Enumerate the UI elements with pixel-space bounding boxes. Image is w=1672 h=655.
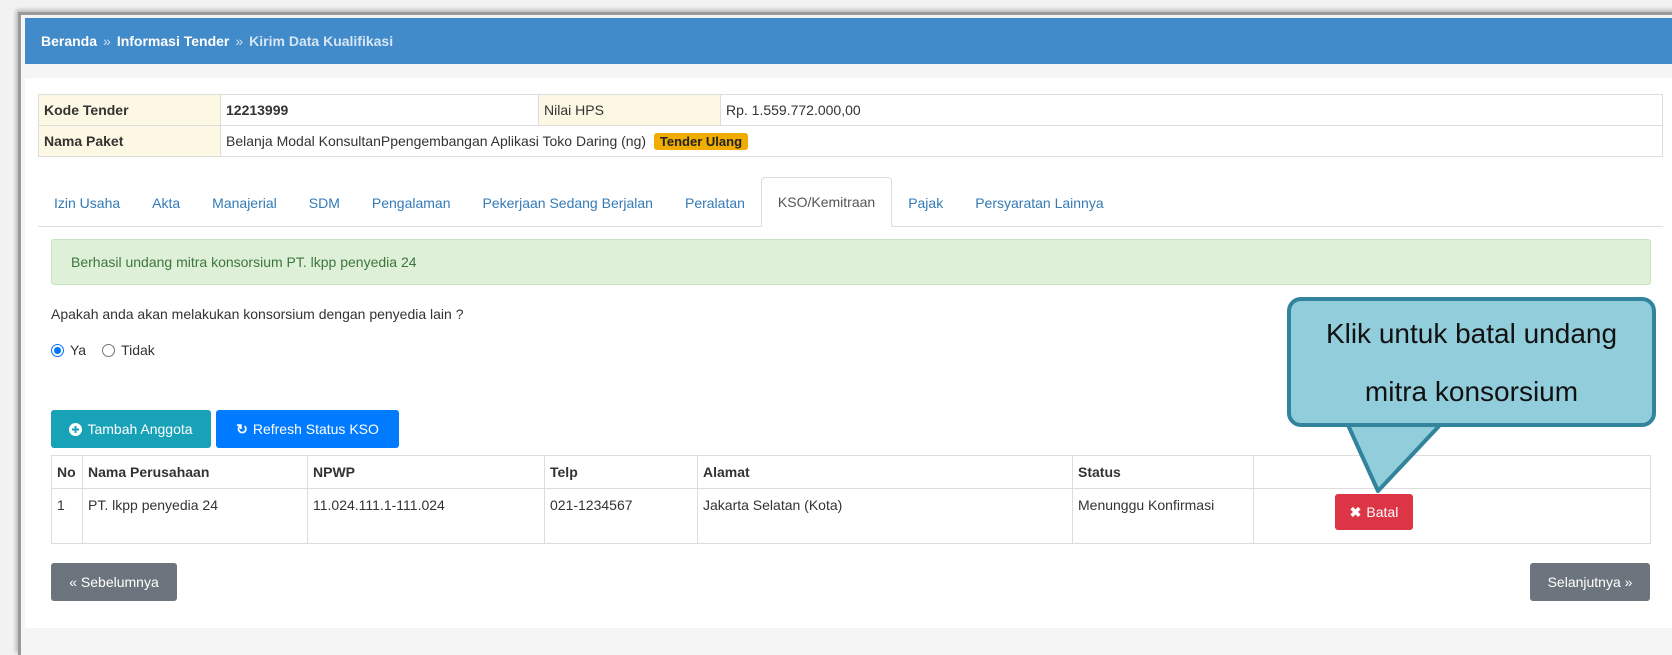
cell-action (1253, 488, 1651, 544)
callout-pointer (1346, 423, 1442, 493)
radio-ya-label[interactable]: Ya (70, 342, 86, 358)
tender-ulang-badge: Tender Ulang (653, 132, 749, 150)
col-action (1253, 455, 1651, 489)
sebelumnya-button[interactable]: « Sebelumnya (51, 563, 177, 601)
col-no: No (51, 455, 83, 489)
refresh-status-kso-button[interactable]: ↻ Refresh Status KSO (216, 410, 399, 448)
tambah-anggota-label: Tambah Anggota (87, 421, 193, 437)
kode-tender-label: Kode Tender (38, 94, 221, 126)
radio-tidak-label[interactable]: Tidak (121, 342, 155, 358)
breadcrumb-home[interactable]: Beranda (41, 33, 97, 49)
success-alert: Berhasil undang mitra konsorsium PT. lkp… (51, 239, 1651, 285)
kode-tender-value: 12213999 (220, 94, 539, 126)
breadcrumb-info[interactable]: Informasi Tender (117, 33, 230, 49)
tender-info-table: Kode Tender 12213999 Nilai HPS Rp. 1.559… (38, 94, 1663, 157)
nilai-hps-label: Nilai HPS (538, 94, 721, 126)
col-status: Status (1072, 455, 1254, 489)
radio-ya[interactable] (51, 343, 64, 357)
tab-pajak[interactable]: Pajak (892, 180, 959, 226)
plus-circle-icon (69, 422, 83, 436)
nama-paket-cell: Belanja Modal KonsultanPpengembangan Apl… (220, 125, 1663, 157)
tab-manajerial[interactable]: Manajerial (196, 180, 293, 226)
cell-nama-perusahaan: PT. lkpp penyedia 24 (82, 488, 308, 544)
cell-npwp: 11.024.111.1-111.024 (307, 488, 545, 544)
close-icon: ✖ (1349, 503, 1362, 520)
tab-peralatan[interactable]: Peralatan (669, 180, 761, 226)
cell-telp: 021-1234567 (544, 488, 698, 544)
tab-pengalaman[interactable]: Pengalaman (356, 180, 467, 226)
batal-button[interactable]: ✖ Batal (1335, 494, 1413, 530)
col-nama-perusahaan: Nama Perusahaan (82, 455, 308, 489)
breadcrumb: Beranda » Informasi Tender » Kirim Data … (25, 18, 1672, 64)
tab-izin-usaha[interactable]: Izin Usaha (38, 180, 136, 226)
radio-tidak[interactable] (102, 343, 116, 357)
breadcrumb-current: Kirim Data Kualifikasi (249, 33, 394, 49)
instruction-callout: Klik untuk batal undang mitra konsorsium (1287, 297, 1656, 427)
tab-pekerjaan-sedang-berjalan[interactable]: Pekerjaan Sedang Berjalan (467, 180, 669, 226)
nama-paket-label: Nama Paket (38, 125, 221, 157)
col-telp: Telp (544, 455, 698, 489)
refresh-status-kso-label: Refresh Status KSO (252, 421, 379, 437)
konsorsium-radio-group: Ya Tidak (51, 342, 155, 358)
tab-persyaratan-lainnya[interactable]: Persyaratan Lainnya (959, 180, 1119, 226)
batal-label: Batal (1366, 504, 1399, 520)
refresh-icon: ↻ (236, 420, 248, 437)
selanjutnya-button[interactable]: Selanjutnya » (1530, 563, 1650, 601)
col-npwp: NPWP (307, 455, 545, 489)
callout-line-1: Klik untuk batal undang (1325, 318, 1618, 349)
callout-line-2: mitra konsorsium (1364, 376, 1579, 407)
tab-sdm[interactable]: SDM (293, 180, 356, 226)
nama-paket-value: Belanja Modal KonsultanPpengembangan Apl… (226, 132, 647, 149)
qualification-tabs: Izin Usaha Akta Manajerial SDM Pengalama… (38, 176, 1663, 227)
konsorsium-question: Apakah anda akan melakukan konsorsium de… (51, 306, 464, 322)
tab-akta[interactable]: Akta (136, 180, 196, 226)
tambah-anggota-button[interactable]: Tambah Anggota (51, 410, 211, 448)
tab-kso-kemitraan[interactable]: KSO/Kemitraan (760, 177, 893, 227)
cell-alamat: Jakarta Selatan (Kota) (697, 488, 1073, 544)
breadcrumb-separator: » (103, 33, 111, 49)
cell-status: Menunggu Konfirmasi (1072, 488, 1254, 544)
nilai-hps-value: Rp. 1.559.772.000,00 (720, 94, 1663, 126)
col-alamat: Alamat (697, 455, 1073, 489)
cell-no: 1 (51, 488, 83, 544)
breadcrumb-separator: » (235, 33, 244, 49)
